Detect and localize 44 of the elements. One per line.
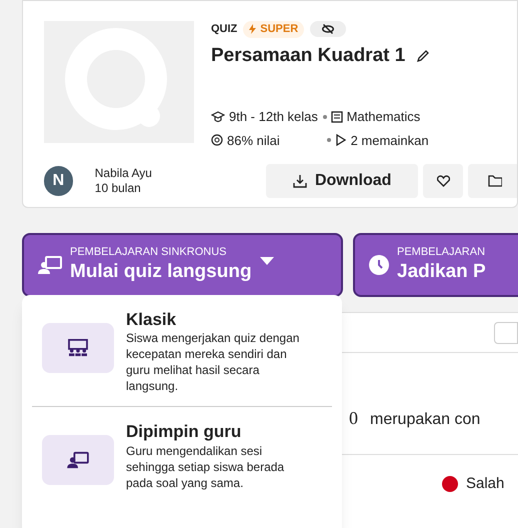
lightning-icon bbox=[249, 24, 256, 34]
classroom-icon bbox=[67, 339, 89, 357]
download-button[interactable]: Download bbox=[266, 164, 418, 198]
mode-label: Mulai quiz langsung bbox=[70, 260, 252, 284]
mode-button[interactable]: PEMBELAJARAN SINKRONUS Mulai quiz langsung bbox=[22, 233, 343, 297]
option-description: Siswa mengerjakan quiz dengan kecepatan mereka sendiri dan guru melihat hasil secara langsung. bbox=[126, 330, 300, 394]
mode-caption: PEMBELAJARAN bbox=[397, 246, 486, 260]
quiz-label: QUIZ bbox=[211, 22, 238, 37]
option-title: Klasik bbox=[126, 309, 178, 330]
accuracy-text: 86% nilai bbox=[227, 132, 280, 150]
question-text: merupakan con bbox=[370, 410, 480, 430]
option-description: Guru mengendalikan sesi sehingga setiap siswa berada pada soal yang sama. bbox=[126, 442, 286, 490]
book-icon bbox=[330, 110, 343, 123]
grade-text: 9th - 12th kelas bbox=[229, 108, 318, 126]
author-avatar: N bbox=[44, 166, 73, 196]
answer-text: Salah bbox=[466, 474, 504, 494]
mode-option[interactable]: Dipimpin guru Guru mengendalikan sesi sehingga setiap siswa berada pada soal yang sama. bbox=[32, 407, 332, 502]
plays-text: 2 memainkan bbox=[350, 132, 429, 150]
clock-icon bbox=[369, 255, 389, 275]
graduation-cap-icon bbox=[211, 110, 225, 123]
equation-text: 0 bbox=[349, 407, 358, 430]
option-title: Dipimpin guru bbox=[126, 421, 242, 442]
mode-option[interactable]: Klasik Siswa mengerjakan quiz dengan kecepatan mereka sendiri dan guru melihat hasil secara langsung. bbox=[32, 295, 332, 408]
folder-icon bbox=[488, 175, 502, 187]
hidden-eye-icon bbox=[310, 21, 346, 38]
separator-dot-icon bbox=[322, 114, 327, 119]
teacher-board-icon bbox=[38, 255, 62, 275]
super-badge: SUPER bbox=[243, 21, 304, 38]
like-button[interactable] bbox=[422, 164, 464, 198]
author-name: Nabila Ayu bbox=[94, 166, 153, 181]
quiz-title: Persamaan Kuadrat 1 bbox=[211, 44, 406, 68]
folder-button[interactable] bbox=[468, 164, 517, 198]
author-time: 10 bulan bbox=[94, 181, 142, 196]
mode-button[interactable]: PEMBELAJARAN Jadikan P bbox=[353, 233, 518, 297]
play-icon bbox=[334, 134, 347, 146]
mode-label: Jadikan P bbox=[397, 260, 486, 284]
teacher-board-icon bbox=[67, 451, 89, 470]
target-icon bbox=[211, 134, 223, 146]
download-icon bbox=[292, 174, 307, 188]
mode-caption: PEMBELAJARAN SINKRONUS bbox=[70, 246, 228, 260]
subject-text: Mathematics bbox=[346, 108, 420, 126]
pencil-icon[interactable] bbox=[417, 50, 430, 62]
heart-icon bbox=[436, 175, 450, 187]
separator-dot-icon bbox=[326, 138, 331, 142]
